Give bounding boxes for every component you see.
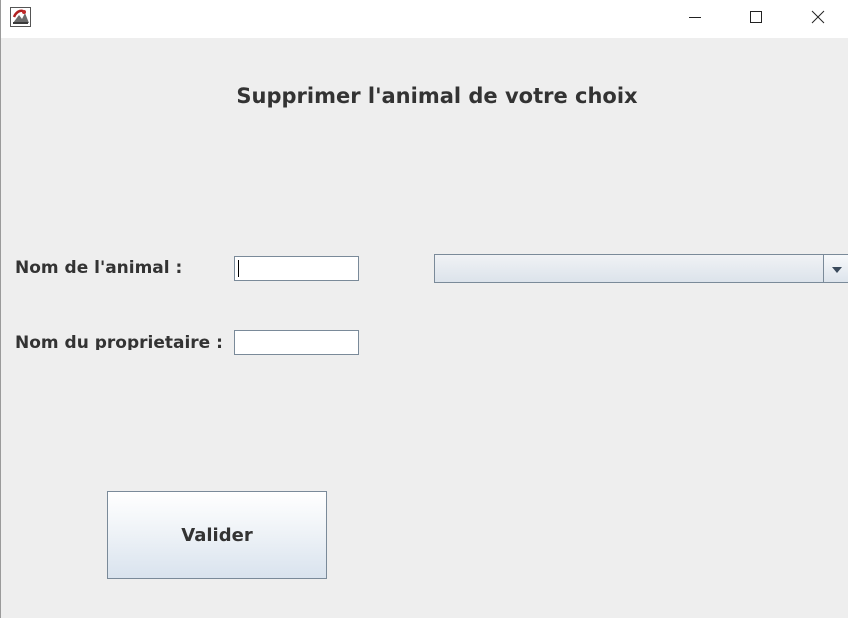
animal-name-label: Nom de l'animal :: [15, 258, 183, 278]
close-button[interactable]: [787, 0, 848, 36]
owner-name-field[interactable]: [234, 330, 359, 355]
owner-name-label: Nom du proprietaire :: [15, 333, 223, 350]
java-app-icon: [10, 7, 31, 27]
chevron-down-icon: [831, 259, 843, 278]
valider-button[interactable]: Valider: [107, 491, 327, 579]
minimize-icon: [688, 9, 702, 28]
app-window: Supprimer l'animal de votre choix Nom de…: [0, 0, 848, 618]
text-caret: [238, 260, 239, 277]
maximize-button[interactable]: [725, 0, 787, 36]
animal-select[interactable]: [434, 254, 848, 283]
title-bar: [1, 0, 848, 38]
maximize-icon: [749, 9, 763, 28]
page-title: Supprimer l'animal de votre choix: [236, 84, 638, 108]
minimize-button[interactable]: [664, 0, 726, 36]
close-icon: [811, 9, 825, 28]
animal-name-field[interactable]: [234, 256, 359, 281]
dropdown-button[interactable]: [823, 255, 848, 282]
